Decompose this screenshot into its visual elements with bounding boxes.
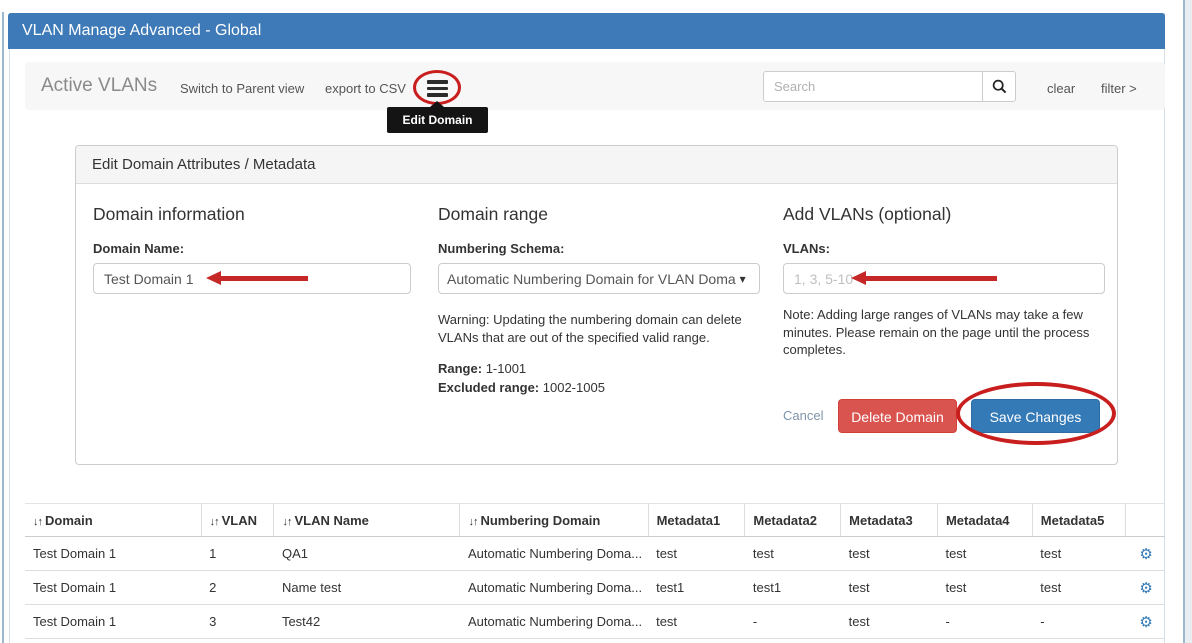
search-input[interactable]: [763, 71, 983, 102]
excluded-range-line: Excluded range: 1002-1005: [438, 379, 760, 397]
vlans-label: VLANs:: [783, 241, 1105, 256]
cell-numbering-domain: Automatic Numbering Doma...: [460, 571, 648, 605]
active-vlans-heading: Active VLANs: [41, 75, 157, 97]
cell-domain: Test Domain 1: [25, 605, 201, 639]
add-vlans-heading: Add VLANs (optional): [783, 204, 1105, 225]
window-right-edge: [1183, 0, 1185, 643]
cell-metadata3: test: [841, 571, 938, 605]
cell-vlan: 2: [201, 571, 274, 605]
cell-domain: Test Domain 1: [25, 537, 201, 571]
cell-metadata1: test1: [648, 571, 745, 605]
cell-domain: Test Domain 1: [25, 571, 201, 605]
filter-link[interactable]: filter >: [1101, 81, 1137, 96]
numbering-schema-select[interactable]: Automatic Numbering Domain for VLAN Doma…: [438, 263, 760, 294]
cell-metadata5: test: [1032, 571, 1125, 605]
col-header-vlan[interactable]: ↓↑VLAN: [201, 504, 274, 537]
cell-metadata3: test: [841, 605, 938, 639]
vlan-table: ↓↑Domain ↓↑VLAN ↓↑VLAN Name ↓↑Numbering …: [25, 503, 1165, 639]
cell-vlan: 1: [201, 537, 274, 571]
sort-icon[interactable]: ↓↑: [33, 516, 42, 528]
menu-icon[interactable]: [427, 80, 448, 100]
cell-vlan-name: Name test: [274, 571, 460, 605]
export-csv-link[interactable]: export to CSV: [325, 81, 406, 96]
col-header-actions: [1125, 504, 1165, 537]
col-header-vlan-name[interactable]: ↓↑VLAN Name: [274, 504, 460, 537]
cell-metadata4: test: [937, 537, 1032, 571]
clear-link[interactable]: clear: [1047, 81, 1075, 96]
cell-metadata1: test: [648, 537, 745, 571]
cell-metadata3: test: [841, 537, 938, 571]
cell-metadata2: test1: [745, 571, 841, 605]
col-header-metadata1: Metadata1: [648, 504, 745, 537]
cell-metadata4: -: [937, 605, 1032, 639]
numbering-schema-value: Automatic Numbering Domain for VLAN Doma: [447, 271, 736, 287]
cell-metadata1: test: [648, 605, 745, 639]
toolbar: Active VLANs Switch to Parent view expor…: [25, 62, 1165, 110]
table-header-row: ↓↑Domain ↓↑VLAN ↓↑VLAN Name ↓↑Numbering …: [25, 504, 1165, 537]
row-settings-gear-icon[interactable]: ⚙: [1125, 537, 1165, 571]
domain-range-heading: Domain range: [438, 204, 760, 225]
cell-numbering-domain: Automatic Numbering Doma...: [460, 605, 648, 639]
cell-vlan-name: Test42: [274, 605, 460, 639]
range-line: Range: 1-1001: [438, 360, 760, 378]
cancel-button[interactable]: Cancel: [783, 399, 843, 433]
vlans-note-text: Note: Adding large ranges of VLANs may t…: [783, 306, 1105, 359]
panel-title: Edit Domain Attributes / Metadata: [76, 146, 1117, 184]
edit-domain-panel: Edit Domain Attributes / Metadata Domain…: [75, 145, 1118, 465]
chevron-down-icon: ▾: [740, 272, 746, 286]
vlans-field[interactable]: [783, 263, 1105, 294]
table-row: Test Domain 1 3 Test42 Automatic Numberi…: [25, 605, 1165, 639]
range-info: Range: 1-1001 Excluded range: 1002-1005: [438, 360, 760, 397]
window-left-edge: [2, 12, 4, 643]
domain-information-heading: Domain information: [93, 204, 411, 225]
tooltip-label: Edit Domain: [402, 113, 472, 127]
tooltip-arrow-icon: [430, 101, 444, 107]
col-header-metadata5: Metadata5: [1032, 504, 1125, 537]
col-header-metadata3: Metadata3: [841, 504, 938, 537]
search-icon: [992, 79, 1007, 94]
row-settings-gear-icon[interactable]: ⚙: [1125, 605, 1165, 639]
table-row: Test Domain 1 1 QA1 Automatic Numbering …: [25, 537, 1165, 571]
numbering-warning-text: Warning: Updating the numbering domain c…: [438, 311, 760, 347]
col-header-metadata2: Metadata2: [745, 504, 841, 537]
sort-icon[interactable]: ↓↑: [210, 516, 219, 528]
numbering-schema-label: Numbering Schema:: [438, 241, 760, 256]
col-header-domain[interactable]: ↓↑Domain: [25, 504, 201, 537]
app-header-bar: VLAN Manage Advanced - Global: [8, 13, 1165, 49]
sort-icon[interactable]: ↓↑: [468, 516, 477, 528]
cell-metadata5: -: [1032, 605, 1125, 639]
row-settings-gear-icon[interactable]: ⚙: [1125, 571, 1165, 605]
col-header-numbering-domain[interactable]: ↓↑Numbering Domain: [460, 504, 648, 537]
table-row: Test Domain 1 2 Name test Automatic Numb…: [25, 571, 1165, 605]
cell-metadata2: test: [745, 537, 841, 571]
cell-vlan-name: QA1: [274, 537, 460, 571]
sort-icon[interactable]: ↓↑: [282, 516, 291, 528]
cell-vlan: 3: [201, 605, 274, 639]
switch-parent-view-link[interactable]: Switch to Parent view: [180, 81, 304, 96]
col-header-metadata4: Metadata4: [937, 504, 1032, 537]
add-vlans-section: Add VLANs (optional) VLANs: Note: Adding…: [783, 204, 1105, 359]
page-title: VLAN Manage Advanced - Global: [8, 13, 1165, 49]
delete-domain-button[interactable]: Delete Domain: [838, 399, 957, 433]
cell-metadata2: -: [745, 605, 841, 639]
save-changes-button[interactable]: Save Changes: [971, 399, 1100, 433]
domain-information-section: Domain information Domain Name:: [93, 204, 411, 294]
domain-name-field[interactable]: [93, 263, 411, 294]
cell-numbering-domain: Automatic Numbering Doma...: [460, 537, 648, 571]
domain-range-section: Domain range Numbering Schema: Automatic…: [438, 204, 760, 397]
domain-name-label: Domain Name:: [93, 241, 411, 256]
window-right-margin: [1185, 0, 1192, 643]
cell-metadata5: test: [1032, 537, 1125, 571]
search-button[interactable]: [982, 71, 1016, 102]
edit-domain-tooltip: Edit Domain: [387, 107, 488, 133]
cell-metadata4: test: [937, 571, 1032, 605]
